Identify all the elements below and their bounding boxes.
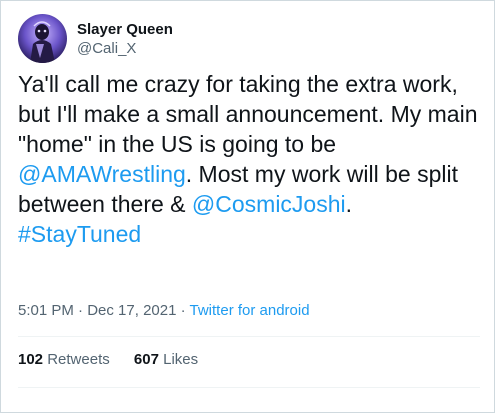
likes-label: Likes (163, 351, 199, 368)
user-names: Slayer Queen @Cali_X (77, 20, 173, 58)
tweet-text: Ya'll call me crazy for taking the extra… (18, 69, 480, 249)
divider (18, 387, 480, 388)
tweet-time[interactable]: 5:01 PM (18, 302, 74, 319)
tweet-stats: 102 Retweets 607 Likes (18, 350, 218, 370)
retweets-stat[interactable]: 102 Retweets (18, 351, 110, 368)
mention-cosmicjoshi-link[interactable]: @CosmicJoshi (192, 191, 346, 217)
retweets-label: Retweets (47, 351, 110, 368)
mention-amawrestling-link[interactable]: @AMAWrestling (18, 161, 186, 187)
display-name[interactable]: Slayer Queen (77, 20, 173, 39)
tweet-meta: 5:01 PM · Dec 17, 2021 · Twitter for and… (18, 301, 310, 321)
tweet-card: Slayer Queen @Cali_X Ya'll call me crazy… (0, 0, 495, 413)
tweet-date[interactable]: Dec 17, 2021 (87, 302, 176, 319)
meta-separator: · (73, 302, 88, 319)
tweet-header: Slayer Queen @Cali_X (18, 14, 173, 63)
retweets-count: 102 (18, 351, 44, 368)
tweet-text-part-3: . (345, 191, 353, 217)
tweet-source-link[interactable]: Twitter for android (190, 302, 310, 319)
tweet-text-part-1: Ya'll call me crazy for taking the extra… (18, 71, 478, 157)
user-handle[interactable]: @Cali_X (77, 39, 173, 58)
hashtag-link[interactable]: #StayTuned (18, 221, 141, 247)
avatar-image (18, 14, 67, 63)
likes-stat[interactable]: 607 Likes (134, 351, 198, 368)
divider (18, 336, 480, 337)
likes-count: 607 (133, 351, 159, 368)
avatar[interactable] (18, 14, 67, 63)
meta-separator: · (176, 302, 190, 319)
